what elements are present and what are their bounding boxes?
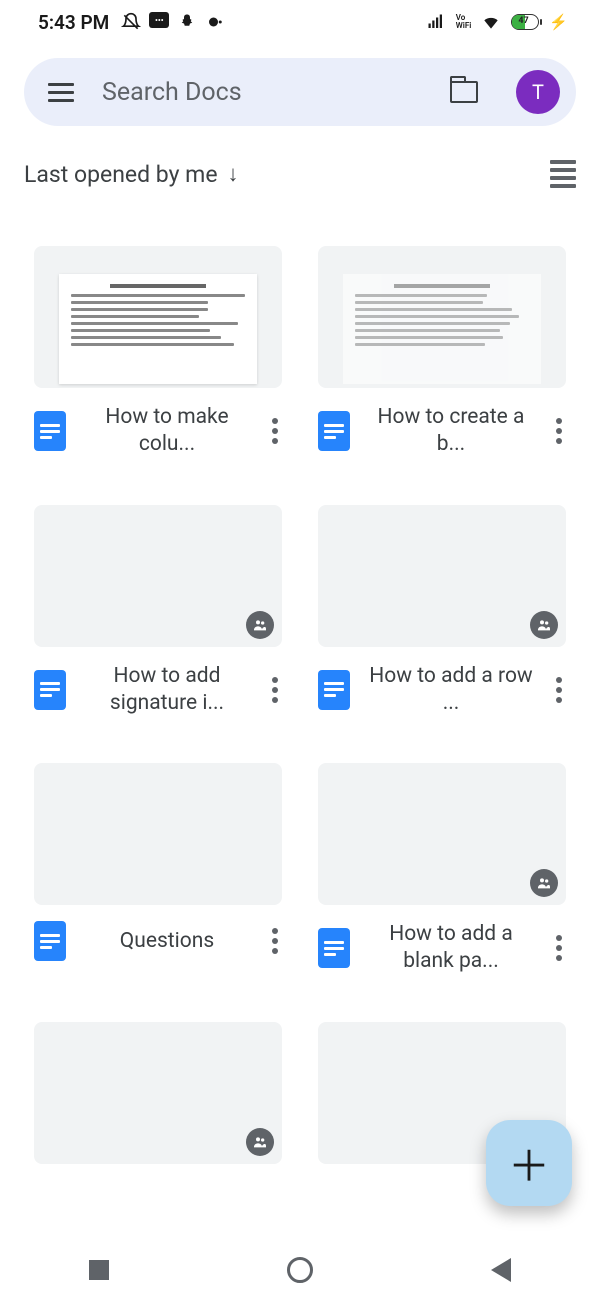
doc-footer: How to add a row ... — [318, 647, 566, 718]
battery-icon: 47 — [511, 14, 539, 30]
docs-file-icon — [318, 411, 350, 451]
shared-icon — [246, 611, 274, 639]
sms-icon: ••• — [149, 12, 169, 28]
android-nav-bar — [0, 1240, 600, 1300]
recents-button[interactable] — [89, 1260, 109, 1280]
dnd-icon — [121, 12, 141, 32]
docs-file-icon — [318, 670, 350, 710]
search-placeholder[interactable]: Search Docs — [102, 78, 430, 107]
avatar[interactable]: T — [516, 70, 560, 114]
status-left: 5:43 PM ••• — [38, 11, 225, 34]
doc-card[interactable]: How to add a blank pa... — [318, 763, 566, 976]
doc-thumbnail[interactable] — [34, 246, 282, 388]
doc-thumbnail[interactable] — [318, 763, 566, 905]
doc-card[interactable] — [34, 1022, 282, 1164]
view-toggle-icon[interactable] — [550, 160, 576, 188]
status-right: Vo WiFi 47 ⚡ — [426, 12, 568, 32]
plus-icon: ＋ — [508, 1133, 550, 1194]
more-options-icon[interactable] — [268, 922, 282, 960]
doc-title: How to make colu... — [80, 404, 254, 459]
doc-footer: Questions — [34, 905, 282, 961]
status-notif-icons: ••• — [121, 12, 225, 32]
doc-thumbnail[interactable] — [34, 1022, 282, 1164]
more-options-icon[interactable] — [268, 671, 282, 709]
app-icon — [205, 12, 225, 32]
shared-icon — [246, 1128, 274, 1156]
doc-card[interactable]: Questions — [34, 763, 282, 976]
doc-footer: How to add a blank pa... — [318, 905, 566, 976]
doc-footer: How to make colu... — [34, 388, 282, 459]
docs-file-icon — [318, 928, 350, 968]
home-button[interactable] — [287, 1257, 313, 1283]
docs-grid: How to make colu... How to create a b... H… — [0, 198, 600, 1184]
arrow-down-icon: ↓ — [228, 161, 239, 187]
search-container: Search Docs T — [0, 44, 600, 136]
doc-card[interactable]: How to make colu... — [34, 246, 282, 459]
docs-file-icon — [34, 411, 66, 451]
docs-file-icon — [34, 921, 66, 961]
status-bar: 5:43 PM ••• Vo WiFi 47 ⚡ — [0, 0, 600, 44]
doc-title: How to add a row ... — [364, 663, 538, 718]
wifi-icon — [481, 12, 501, 32]
vowifi-icon: Vo WiFi — [456, 14, 472, 30]
shared-icon — [530, 611, 558, 639]
doc-title: How to create a b... — [364, 404, 538, 459]
docs-file-icon — [34, 670, 66, 710]
back-button[interactable] — [491, 1258, 511, 1282]
doc-footer: How to add signature i... — [34, 647, 282, 718]
more-options-icon[interactable] — [552, 412, 566, 450]
shared-icon — [530, 869, 558, 897]
doc-thumbnail[interactable] — [34, 763, 282, 905]
doc-card[interactable]: How to create a b... — [318, 246, 566, 459]
snapchat-icon — [177, 12, 197, 32]
doc-footer: How to create a b... — [318, 388, 566, 459]
doc-thumbnail[interactable] — [318, 505, 566, 647]
new-doc-fab[interactable]: ＋ — [486, 1120, 572, 1206]
more-options-icon[interactable] — [552, 671, 566, 709]
folder-icon[interactable] — [450, 81, 478, 103]
doc-thumbnail[interactable] — [34, 505, 282, 647]
search-bar[interactable]: Search Docs T — [24, 58, 576, 126]
menu-icon[interactable] — [40, 75, 82, 110]
doc-title: How to add a blank pa... — [364, 921, 538, 976]
signal-icon — [426, 12, 446, 32]
sort-button[interactable]: Last opened by me ↓ — [24, 161, 239, 188]
doc-card[interactable]: How to add signature i... — [34, 505, 282, 718]
doc-title: How to add signature i... — [80, 663, 254, 718]
sort-label-text: Last opened by me — [24, 161, 218, 188]
sort-bar: Last opened by me ↓ — [0, 136, 600, 198]
charging-icon: ⚡ — [549, 13, 568, 31]
doc-title: Questions — [80, 928, 254, 955]
doc-thumbnail[interactable] — [318, 246, 566, 388]
more-options-icon[interactable] — [268, 412, 282, 450]
status-time: 5:43 PM — [38, 11, 109, 34]
more-options-icon[interactable] — [552, 929, 566, 967]
doc-card[interactable]: How to add a row ... — [318, 505, 566, 718]
